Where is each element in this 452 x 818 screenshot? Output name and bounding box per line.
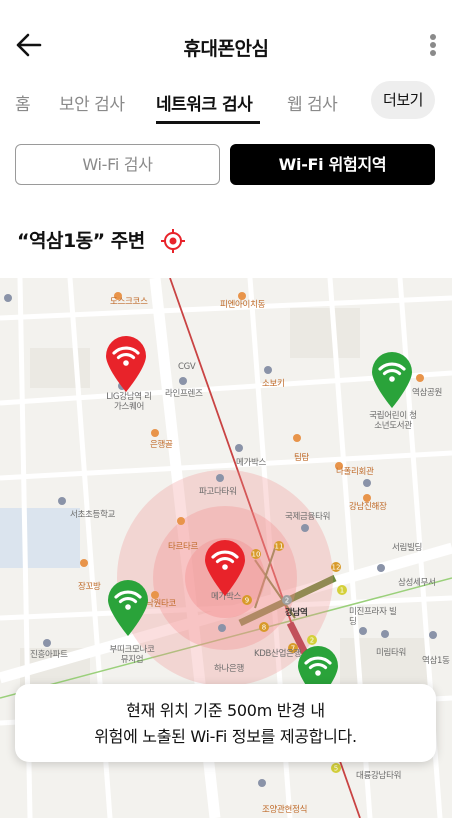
map-poi-label: 메가박스 <box>236 458 267 468</box>
map-poi-label: 강남역 <box>285 608 308 618</box>
map-poi-label: CGV <box>178 362 196 372</box>
tab-network-check[interactable]: 네트워크 검사 <box>156 90 253 115</box>
current-location-icon[interactable] <box>160 228 186 254</box>
wifi-safe-marker[interactable] <box>370 350 414 410</box>
svg-text:1: 1 <box>340 587 344 595</box>
svg-text:12: 12 <box>332 564 341 572</box>
map-poi-label: 팀탐 <box>294 453 310 463</box>
map-poi-label: 타르타르 <box>168 542 199 552</box>
location-label: “역삼1동” 주변 <box>17 230 145 252</box>
map-poi-label: 미진프라자 빌딩 <box>349 607 397 627</box>
wifi-risk-marker[interactable] <box>203 538 247 598</box>
app-header: 휴대폰안심 <box>0 0 452 92</box>
map-poi-label: 역삼1동 <box>422 656 450 666</box>
map-poi-label: 강남진해장 <box>349 502 387 512</box>
svg-text:5: 5 <box>334 765 338 773</box>
map-poi-label: 국립어린이 청소년도서관 <box>369 411 417 431</box>
tab-web-check[interactable]: 웹 검사 <box>287 90 338 115</box>
info-line-1: 현재 위치 기준 500m 반경 내 <box>126 701 325 720</box>
map-poi-label: 낙원타코 <box>146 599 177 609</box>
map-poi-label: 삼성세무서 <box>398 578 436 588</box>
map-poi-label: 역삼공원 <box>412 388 443 398</box>
more-tab-button[interactable]: 더보기 <box>371 81 435 119</box>
map-poi-label: 부띠크모나코 뮤지엄 <box>109 645 155 665</box>
wifi-risk-area-button[interactable]: Wi-Fi 위험지역 <box>230 144 435 185</box>
tab-bar: 홈 보안 검사 네트워크 검사 웹 검사 더보기 <box>0 80 452 124</box>
svg-text:2: 2 <box>285 597 289 605</box>
svg-text:11: 11 <box>275 543 284 551</box>
map-poi-label: 도스크코스 <box>110 297 148 307</box>
map-poi-label: 미림타워 <box>376 648 407 658</box>
map-poi-label: 하나은행 <box>214 664 245 674</box>
page-title: 휴대폰안심 <box>183 38 269 60</box>
tab-security-check[interactable]: 보안 검사 <box>59 90 125 115</box>
map-poi-label: KDB산업은행 <box>254 649 302 659</box>
wifi-check-button[interactable]: Wi-Fi 검사 <box>15 144 220 185</box>
map-poi-label: 대륭강남타워 <box>356 771 402 781</box>
active-tab-indicator <box>156 121 260 124</box>
info-line-2: 위험에 노출된 Wi-Fi 정보를 제공합니다. <box>94 727 357 746</box>
wifi-safe-marker[interactable] <box>106 578 150 638</box>
map-poi-label: 서림빌딩 <box>392 543 423 553</box>
wifi-risk-marker[interactable] <box>104 334 148 394</box>
map-poi-label: 소보키 <box>262 379 285 389</box>
tab-home[interactable]: 홈 <box>15 90 31 115</box>
map-poi-label: 나폴리회관 <box>336 467 374 477</box>
more-options-icon[interactable] <box>428 30 438 60</box>
map-poi-label: 장꼬방 <box>78 582 101 592</box>
map-poi-label: 라인프렌즈 <box>165 389 203 399</box>
map-poi-label: 조양관현정식 <box>262 805 308 815</box>
map-poi-label: 진흥아파트 <box>30 650 68 660</box>
info-card: 현재 위치 기준 500m 반경 내 위험에 노출된 Wi-Fi 정보를 제공합… <box>15 684 436 762</box>
map-poi-label: 서초초등학교 <box>70 510 116 520</box>
svg-text:10: 10 <box>252 551 261 559</box>
svg-text:8: 8 <box>262 624 266 632</box>
map-poi-label: LIG강남역 리가스퀘어 <box>106 392 152 412</box>
map-poi-label: 피엔아이치동 <box>220 300 266 310</box>
map-poi-label: 은행골 <box>150 440 173 450</box>
map-poi-label: 파고다타워 <box>199 487 237 497</box>
map-poi-label: 국제금융타워 <box>285 512 331 522</box>
